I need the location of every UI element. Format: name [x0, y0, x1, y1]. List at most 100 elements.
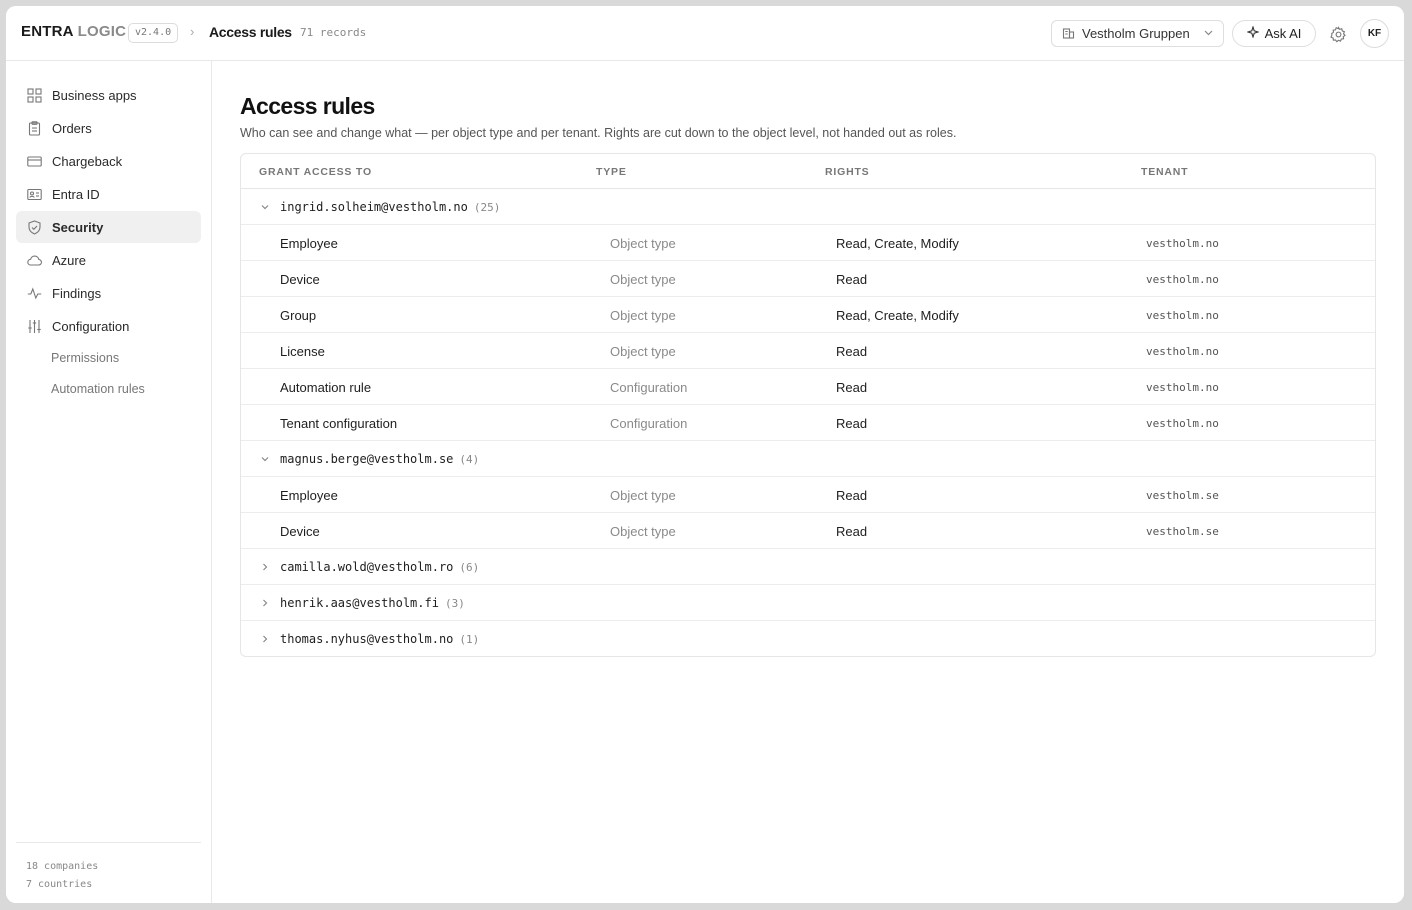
table-row[interactable]: Group Object type Read, Create, Modify v…: [241, 297, 1375, 333]
version-badge: v2.4.0: [128, 23, 179, 43]
sidebar-divider: [16, 842, 201, 843]
record-count: 71 records: [300, 26, 367, 39]
sidebar-item-azure[interactable]: Azure: [16, 244, 201, 276]
sidebar-item-findings[interactable]: Findings: [16, 277, 201, 309]
sidebar-subitem-automation-rules[interactable]: Automation rules: [51, 382, 145, 396]
rule-tenant: vestholm.se: [1146, 525, 1219, 538]
column-header-type[interactable]: Type: [596, 166, 627, 178]
country-count: 7 countries: [26, 879, 93, 890]
grid-icon: [26, 87, 42, 103]
rule-tenant: vestholm.no: [1146, 345, 1219, 358]
sidebar-item-label: Business apps: [52, 87, 137, 103]
table-row[interactable]: Employee Object type Read vestholm.se: [241, 477, 1375, 513]
group-count: (6): [459, 561, 480, 574]
chevron-right-icon[interactable]: [259, 632, 271, 644]
group-count: (1): [459, 633, 480, 646]
sidebar-item-label: Configuration: [52, 318, 130, 334]
group-row[interactable]: henrik.aas@vestholm.fi (3): [241, 585, 1375, 621]
page-subtitle: Who can see and change what — per object…: [240, 126, 957, 140]
table-header: Grant access to Type Rights Tenant: [241, 154, 1375, 189]
chevron-down-icon[interactable]: [259, 200, 271, 212]
rule-rights: Read, Create, Modify: [836, 236, 959, 251]
chevron-right-icon[interactable]: [259, 596, 271, 608]
sidebar-item-entra-id[interactable]: Entra ID: [16, 178, 201, 210]
rule-type: Object type: [610, 308, 676, 323]
table-row[interactable]: Device Object type Read vestholm.se: [241, 513, 1375, 549]
main-content: Access rules Who can see and change what…: [213, 61, 1404, 903]
table-row[interactable]: Device Object type Read vestholm.no: [241, 261, 1375, 297]
organization-select[interactable]: Vestholm Gruppen: [1051, 20, 1224, 47]
sidebar-item-configuration[interactable]: Configuration: [16, 310, 201, 342]
group-row[interactable]: magnus.berge@vestholm.se (4): [241, 441, 1375, 477]
table-row[interactable]: Tenant configuration Configuration Read …: [241, 405, 1375, 441]
sidebar-item-chargeback[interactable]: Chargeback: [16, 145, 201, 177]
sidebar: Business apps Orders Chargeback Entra ID…: [6, 61, 212, 903]
rule-type: Object type: [610, 488, 676, 503]
column-header-tenant[interactable]: Tenant: [1141, 166, 1188, 178]
brand-logo[interactable]: ENTRA LOGIC: [21, 23, 126, 40]
ask-ai-button[interactable]: Ask AI: [1232, 20, 1316, 47]
group-row[interactable]: camilla.wold@vestholm.ro (6): [241, 549, 1375, 585]
chevron-down-icon[interactable]: [259, 452, 271, 464]
group-count: (3): [444, 597, 465, 610]
gear-icon[interactable]: [1327, 23, 1349, 45]
sparkle-icon: [1245, 25, 1260, 41]
rule-rights: Read: [836, 524, 868, 539]
sidebar-item-orders[interactable]: Orders: [16, 112, 201, 144]
rule-rights: Read: [836, 416, 868, 431]
group-email: henrik.aas@vestholm.fi (3): [280, 596, 465, 610]
organization-name: Vestholm Gruppen: [1082, 26, 1190, 41]
group-count: (4): [459, 453, 480, 466]
sliders-icon: [26, 318, 42, 334]
rule-object: License: [280, 344, 325, 359]
column-header-grant-access-to[interactable]: Grant access to: [259, 166, 372, 178]
group-row[interactable]: thomas.nyhus@vestholm.no (1): [241, 621, 1375, 656]
chevron-right-icon[interactable]: [259, 560, 271, 572]
group-email: magnus.berge@vestholm.se (4): [280, 452, 480, 466]
rule-object: Employee: [280, 488, 338, 503]
chevron-down-icon: [1204, 28, 1213, 39]
rule-tenant: vestholm.se: [1146, 489, 1219, 502]
table-row[interactable]: Automation rule Configuration Read vesth…: [241, 369, 1375, 405]
group-count: (25): [473, 201, 501, 214]
rule-object: Employee: [280, 236, 338, 251]
rule-object: Automation rule: [280, 380, 372, 395]
rule-object: Tenant configuration: [280, 416, 398, 431]
column-header-rights[interactable]: Rights: [825, 166, 869, 178]
pulse-icon: [26, 285, 42, 301]
breadcrumb-current-page: Access rules: [209, 24, 292, 40]
sidebar-item-label: Orders: [52, 120, 92, 136]
rule-rights: Read: [836, 272, 868, 287]
sidebar-subitem-permissions[interactable]: Permissions: [51, 351, 119, 365]
group-row[interactable]: ingrid.solheim@vestholm.no (25): [241, 189, 1375, 225]
rule-rights: Read, Create, Modify: [836, 308, 959, 323]
top-bar: ENTRA LOGIC v2.4.0 › Access rules 71 reco…: [6, 6, 1404, 61]
app-window: ENTRA LOGIC v2.4.0 › Access rules 71 reco…: [6, 6, 1404, 903]
sidebar-item-label: Findings: [52, 285, 102, 301]
rule-object: Device: [280, 524, 320, 539]
cloud-icon: [26, 252, 42, 268]
group-email: camilla.wold@vestholm.ro (6): [280, 560, 480, 574]
group-email: thomas.nyhus@vestholm.no (1): [280, 632, 480, 646]
sidebar-item-label: Security: [52, 219, 104, 235]
rule-rights: Read: [836, 488, 868, 503]
table-row[interactable]: Employee Object type Read, Create, Modif…: [241, 225, 1375, 261]
rule-type: Object type: [610, 524, 676, 539]
rule-type: Object type: [610, 344, 676, 359]
brand-light: LOGIC: [77, 23, 127, 40]
ask-ai-label: Ask AI: [1264, 26, 1302, 41]
company-count: 18 companies: [26, 861, 99, 872]
shield-icon: [26, 219, 42, 235]
table-row[interactable]: License Object type Read vestholm.no: [241, 333, 1375, 369]
sidebar-item-business-apps[interactable]: Business apps: [16, 79, 201, 111]
rule-tenant: vestholm.no: [1146, 381, 1219, 394]
rule-rights: Read: [836, 344, 868, 359]
rule-object: Device: [280, 272, 320, 287]
user-avatar[interactable]: KF: [1360, 19, 1389, 48]
breadcrumb-separator: ›: [190, 24, 195, 39]
access-rules-table: Grant access to Type Rights Tenant ingri…: [240, 153, 1376, 657]
group-email: ingrid.solheim@vestholm.no (25): [280, 200, 501, 214]
sidebar-item-security[interactable]: Security: [16, 211, 201, 243]
rule-rights: Read: [836, 380, 868, 395]
brand-main: ENTRA: [21, 23, 74, 40]
